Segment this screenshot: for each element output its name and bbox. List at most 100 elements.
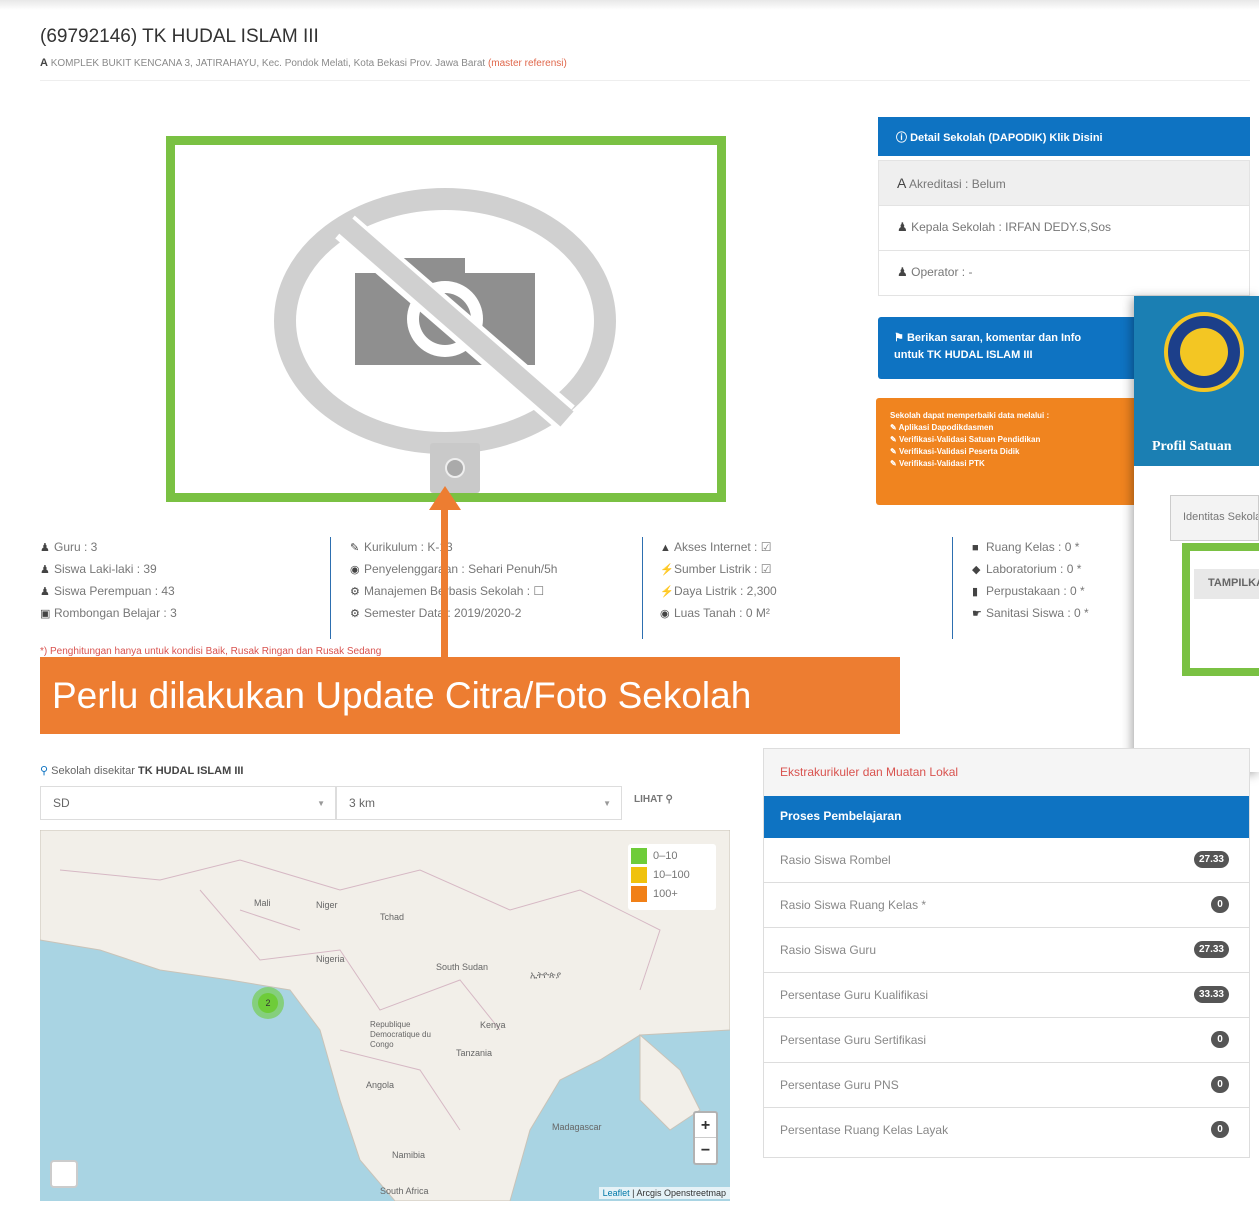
bolt-icon: ⚡ [660, 564, 674, 576]
building-icon: ▣ [40, 608, 51, 620]
stat-penyelenggaraan: ◉ Penyelenggaraan : Sehari Penuh/5h [350, 559, 557, 581]
map-label: Nigeria [316, 954, 345, 964]
list-item: Persentase Guru Kualifikasi 33.33 [764, 973, 1249, 1018]
school-photo-frame [166, 136, 726, 502]
stats-rooms: ■ Ruang Kelas : 0 * ◆ Laboratorium : 0 * ▮… [972, 537, 1089, 625]
value-badge: 0 [1211, 1121, 1229, 1138]
square-icon: ■ [972, 542, 979, 554]
stat-mbs: ⚙ Manajemen Berbasis Sekolah : ☐ [350, 581, 557, 603]
globe-icon: ◉ [660, 608, 670, 620]
value-badge: 0 [1211, 1031, 1229, 1048]
gear-icon: ⚙ [350, 586, 360, 598]
bolt-icon: ⚡ [660, 586, 674, 598]
rasio-panel: Ekstrakurikuler dan Muatan Lokal Proses … [763, 748, 1250, 1158]
legend-item: 0–10 [631, 847, 713, 866]
page-title: (69792146) TK HUDAL ISLAM III [40, 26, 319, 47]
stat-sumber-listrik: ⚡Sumber Listrik : ☑ [660, 559, 777, 581]
operator-item: ♟ Operator : - [878, 250, 1250, 296]
map-legend: 0–10 10–100 100+ [628, 844, 716, 910]
list-item: Rasio Siswa Rombel 27.33 [764, 838, 1249, 883]
list-item: Rasio Siswa Guru 27.33 [764, 928, 1249, 973]
value-badge: 27.33 [1193, 851, 1229, 868]
layers-button[interactable] [50, 1160, 78, 1188]
popup-highlight-frame [1182, 543, 1259, 676]
proses-pembelajaran-header: Proses Pembelajaran [764, 796, 1249, 838]
address-icon: A [40, 57, 48, 69]
legend-item: 10–100 [631, 866, 713, 885]
lihat-button[interactable]: LIHAT ⚲ [634, 794, 673, 805]
leaflet-link[interactable]: Leaflet [603, 1188, 630, 1198]
divider [40, 80, 1250, 81]
stat-perpustakaan: ▮ Perpustakaan : 0 * [972, 581, 1089, 603]
map-attribution: Leaflet | Arcgis Openstreetmap [598, 1187, 730, 1199]
stat-rombel: ▣ Rombongan Belajar : 3 [40, 603, 177, 625]
perbaikan-link-peserta[interactable]: ✎ Verifikasi-Validasi Peserta Didik [890, 446, 1140, 458]
value-badge: 0 [1211, 896, 1229, 913]
no-photo-icon [274, 188, 616, 454]
saran-button[interactable]: ⚑ Berikan saran, komentar dan Info untuk… [878, 317, 1140, 379]
stat-luas-tanah: ◉ Luas Tanah : 0 M² [660, 603, 777, 625]
kepala-sekolah-item: ♟ Kepala Sekolah : IRFAN DEDY.S,Sos [878, 205, 1250, 251]
stats-separator [330, 537, 331, 639]
map-label: Mali [254, 898, 271, 908]
ekstrakurikuler-link[interactable]: Ekstrakurikuler dan Muatan Lokal [764, 749, 1249, 796]
stat-siswa-laki: ♟ Siswa Laki-laki : 39 [40, 559, 177, 581]
tampilkan-button[interactable]: TAMPILKAN [1194, 569, 1259, 599]
annotation-arrow-head [429, 486, 461, 510]
school-cluster-marker[interactable]: 2 [252, 987, 284, 1019]
book-icon: ▮ [972, 586, 979, 598]
search-icon: ⚲ [665, 794, 673, 805]
nearby-map[interactable]: Mali Niger Tchad Nigeria South Sudan ኢትዮ… [40, 830, 730, 1201]
zoom-in-button[interactable]: + [695, 1113, 716, 1138]
value-badge: 0 [1211, 1076, 1229, 1093]
stat-internet: ▲ Akses Internet : ☑ [660, 537, 777, 559]
annotation-arrow-shaft [441, 506, 448, 659]
globe-icon: ◉ [350, 564, 360, 576]
gear-icon: ⚙ [350, 608, 360, 620]
stat-semester: ⚙ Semester Data : 2019/2020-2 [350, 603, 557, 625]
list-item: Persentase Ruang Kelas Layak 0 [764, 1108, 1249, 1153]
stats-separator [952, 537, 953, 639]
graduation-icon: ✎ [350, 542, 360, 554]
profil-satuan-popup: Profil Satuan Identitas Sekolah TAMPILKA… [1134, 296, 1259, 772]
level-select[interactable]: SD ▼ [40, 786, 336, 820]
list-item: Persentase Guru Sertifikasi 0 [764, 1018, 1249, 1063]
info-icon: ⓘ [896, 132, 907, 144]
map-label: Niger [316, 900, 338, 910]
value-badge: 33.33 [1193, 986, 1229, 1003]
caret-down-icon: ▼ [317, 799, 325, 808]
map-label: South Africa [380, 1186, 429, 1196]
value-badge: 27.33 [1193, 941, 1229, 958]
map-label: Republique Democratique du Congo [370, 1020, 431, 1049]
stat-guru: ♟ Guru : 3 [40, 537, 177, 559]
map-label: Tanzania [456, 1048, 493, 1058]
zoom-out-button[interactable]: − [695, 1138, 716, 1163]
perbaikan-data-box: Sekolah dapat memperbaiki data melalui :… [876, 398, 1140, 505]
stat-siswa-perempuan: ♟ Siswa Perempuan : 43 [40, 581, 177, 603]
master-referensi-link[interactable]: (master referensi) [488, 58, 567, 69]
akreditasi-item: A Akreditasi : Belum [878, 160, 1250, 206]
signal-icon: ▲ [660, 542, 671, 554]
list-item: Persentase Guru PNS 0 [764, 1063, 1249, 1108]
perbaikan-link-ptk[interactable]: ✎ Verifikasi-Validasi PTK [890, 458, 1140, 470]
user-icon: ♟ [897, 265, 908, 279]
map-marker-icon: ⚲ [40, 765, 49, 777]
stat-laboratorium: ◆ Laboratorium : 0 * [972, 559, 1089, 581]
detail-dapodik-button[interactable]: ⓘ Detail Sekolah (DAPODIK) Klik Disini [878, 117, 1250, 156]
stat-kurikulum: ✎ Kurikulum : K-13 [350, 537, 557, 559]
address-text: KOMPLEK BUKIT KENCANA 3, JATIRAHAYU, Kec… [50, 58, 486, 69]
comment-icon: ⚑ [894, 332, 904, 344]
map-label: ኢትዮጵያ [530, 970, 562, 980]
tab-identitas[interactable]: Identitas Sekolah [1170, 495, 1259, 541]
popup-title: Profil Satuan [1152, 439, 1232, 454]
map-label: Angola [366, 1080, 395, 1090]
perbaikan-link-dapodik[interactable]: ✎ Aplikasi Dapodikdasmen [890, 422, 1140, 434]
perbaikan-link-satuan[interactable]: ✎ Verifikasi-Validasi Satuan Pendidikan [890, 434, 1140, 446]
stat-daya-listrik: ⚡Daya Listrik : 2,300 [660, 581, 777, 603]
map-label: Madagascar [552, 1122, 602, 1132]
radius-select[interactable]: 3 km ▼ [336, 786, 622, 820]
popup-header: Profil Satuan [1134, 296, 1259, 466]
map-tiles [40, 830, 730, 1201]
stats-curriculum: ✎ Kurikulum : K-13 ◉ Penyelenggaraan : Seh… [350, 537, 557, 625]
list-item: Rasio Siswa Ruang Kelas * 0 [764, 883, 1249, 928]
